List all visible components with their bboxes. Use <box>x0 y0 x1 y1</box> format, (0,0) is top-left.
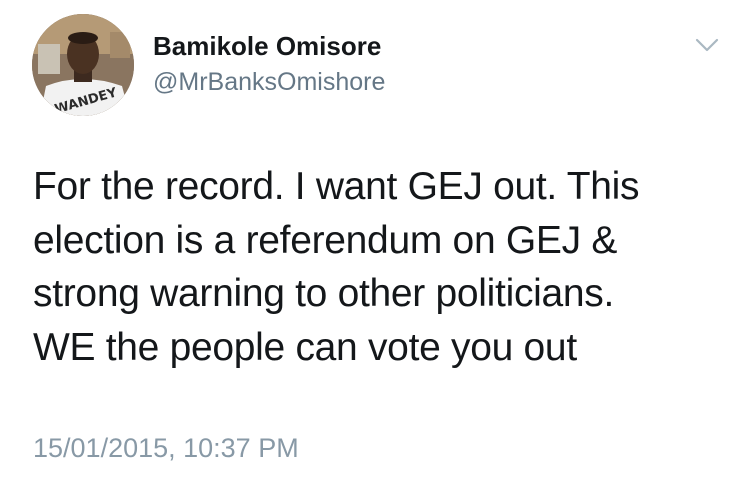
avatar[interactable]: WANDEY <box>32 14 134 116</box>
display-name[interactable]: Bamikole Omisore <box>153 30 385 62</box>
tweet-text-line: election is a referendum on GEJ & <box>33 218 618 262</box>
chevron-down-icon[interactable] <box>694 36 720 54</box>
tweet-text: For the record. I want GEJ out. This ele… <box>33 160 723 374</box>
author-info: Bamikole Omisore @MrBanksOmishore <box>153 30 385 98</box>
tweet-text-line: strong warning to other politicians. <box>33 272 615 315</box>
tweet-text-line: For the record. I want GEJ out. This <box>33 165 640 208</box>
tweet-card: WANDEY Bamikole Omisore @MrBanksOmishore… <box>0 0 750 491</box>
tweet-timestamp[interactable]: 15/01/2015, 10:37 PM <box>33 432 299 464</box>
user-handle[interactable]: @MrBanksOmishore <box>153 66 385 98</box>
tweet-text-line: WE the people can vote you out <box>33 325 577 369</box>
avatar-photo: WANDEY <box>32 14 134 116</box>
